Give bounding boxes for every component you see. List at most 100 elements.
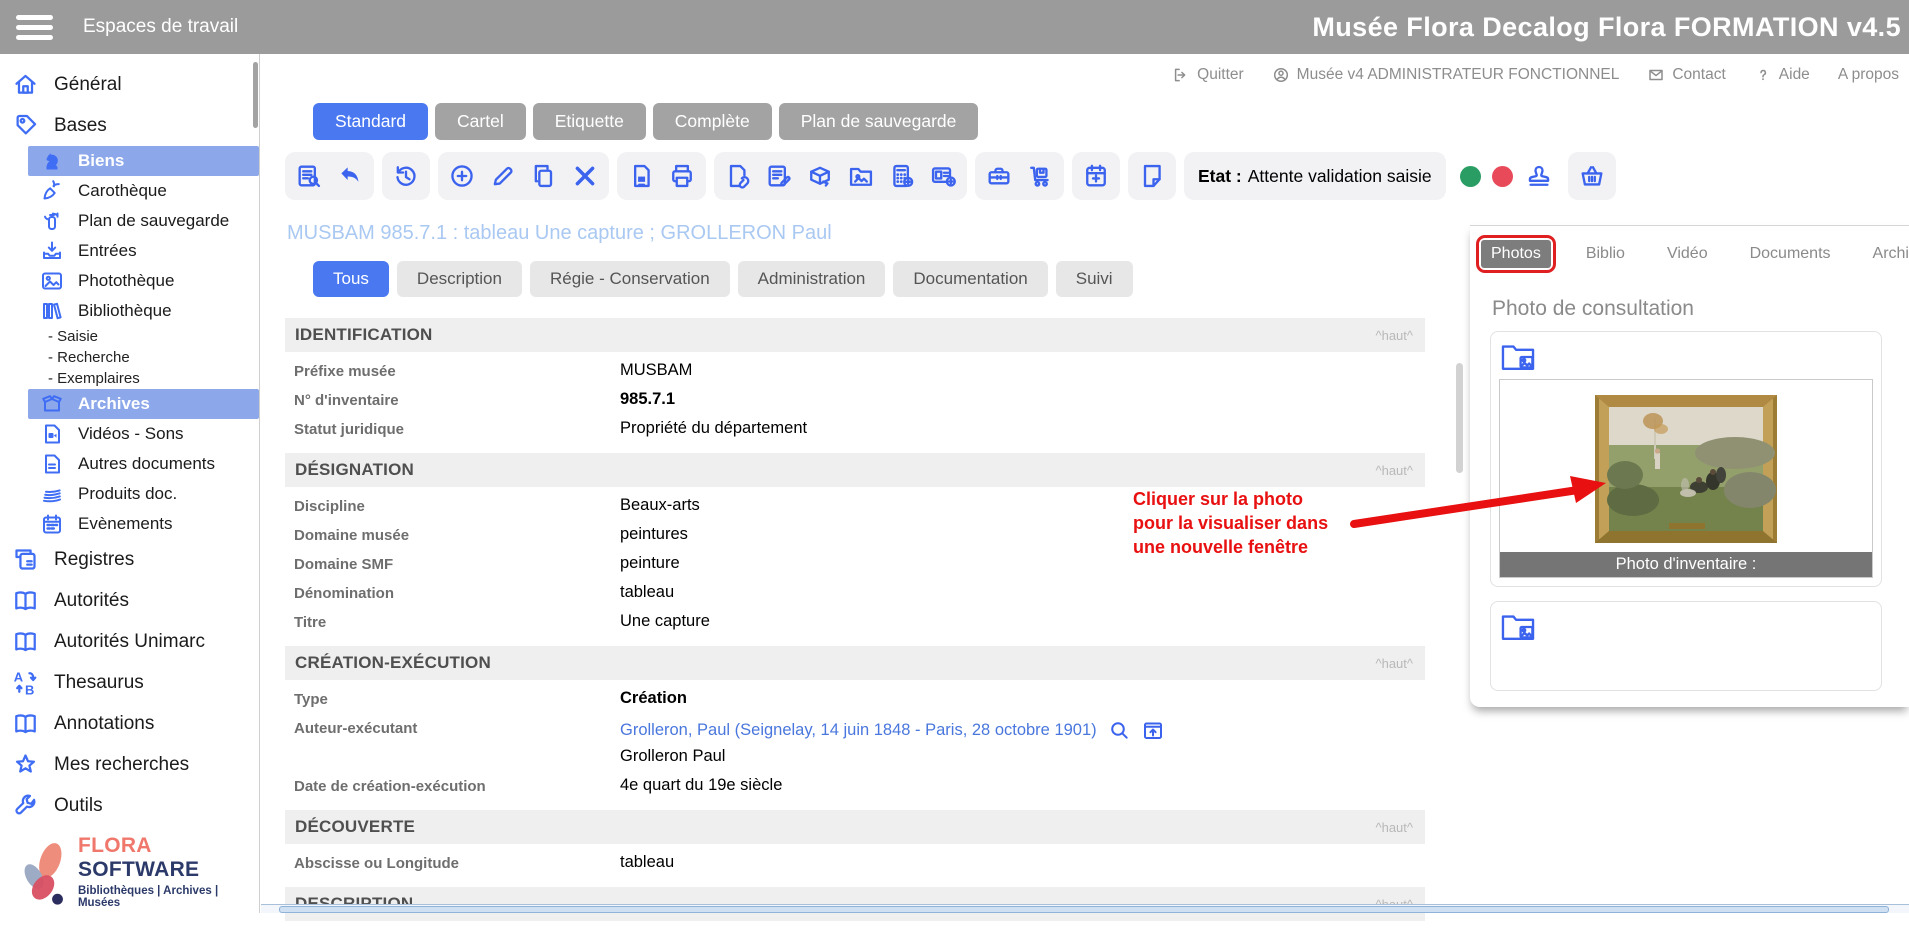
history-button[interactable] [391, 161, 421, 191]
sidebar-item-thesaurus[interactable]: ABThesaurus [0, 662, 259, 703]
sidebar-scrollbar[interactable] [253, 62, 258, 128]
folder-image-button[interactable] [846, 161, 876, 191]
media-panel: PhotosBiblioVidéoDocumentsArchives Photo… [1470, 225, 1909, 707]
status-red-dot[interactable] [1492, 166, 1513, 187]
media-tab-biblio[interactable]: Biblio [1574, 240, 1637, 268]
attach-doc-button[interactable] [723, 161, 753, 191]
media-tab-vidéo[interactable]: Vidéo [1655, 240, 1720, 268]
calendar-add-button[interactable] [1081, 161, 1111, 191]
sidebar-item-autres-documents[interactable]: Autres documents [28, 449, 259, 479]
status-green-dot[interactable] [1460, 166, 1481, 187]
view-tab-cartel[interactable]: Cartel [435, 103, 526, 140]
media-tab-documents[interactable]: Documents [1738, 240, 1843, 268]
sidebar-item-autorites-unimarc[interactable]: Autorités Unimarc [0, 621, 259, 662]
sidebar-item-mes-recherches[interactable]: Mes recherches [0, 744, 259, 785]
basket-button[interactable] [1577, 161, 1607, 191]
record-search-button[interactable] [294, 161, 324, 191]
toolbar-group [382, 152, 430, 200]
author-link[interactable]: Grolleron, Paul (Seignelay, 14 juin 1848… [620, 721, 1097, 740]
sidebar-item-biens[interactable]: Biens [28, 146, 259, 176]
utility-apropos[interactable]: A propos [1838, 66, 1899, 84]
sidebar-item-general[interactable]: Général [0, 64, 259, 105]
back-to-top-link[interactable]: ^haut^ [1375, 463, 1413, 478]
package-button[interactable] [805, 161, 835, 191]
back-to-top-link[interactable]: ^haut^ [1375, 656, 1413, 671]
workspace-label[interactable]: Espaces de travail [83, 16, 238, 38]
sidebar-item-outils[interactable]: Outils [0, 785, 259, 826]
utility-quitter[interactable]: Quitter [1172, 66, 1244, 84]
sidebar-item-evenements[interactable]: Evènements [28, 509, 259, 539]
sidebar-item-label: Produits doc. [78, 484, 177, 504]
sidebar-item-autorites[interactable]: Autorités [0, 580, 259, 621]
media-card-button[interactable] [928, 161, 958, 191]
content-scrollbar-handle[interactable] [1456, 363, 1463, 473]
toolbar-group [617, 152, 706, 200]
back-to-top-link[interactable]: ^haut^ [1375, 328, 1413, 343]
record-tab-description[interactable]: Description [397, 261, 522, 297]
sidebar-item-registres[interactable]: Registres [0, 539, 259, 580]
field-row: Préfixe muséeMUSBAM [285, 359, 1425, 388]
calculator-button[interactable] [887, 161, 917, 191]
record-tab-administration[interactable]: Administration [738, 261, 886, 297]
sidebar-item-saisie[interactable]: - Saisie [48, 326, 259, 347]
sidebar-item-videos-sons[interactable]: Vidéos - Sons [28, 419, 259, 449]
print-button[interactable] [667, 161, 697, 191]
view-tab-plan-de-sauvegarde[interactable]: Plan de sauvegarde [779, 103, 979, 140]
sidebar-item-phototheque[interactable]: Photothèque [28, 266, 259, 296]
view-tab-standard[interactable]: Standard [313, 103, 428, 140]
sidebar-item-recherche[interactable]: - Recherche [48, 347, 259, 368]
sidebar-item-archives[interactable]: Archives [28, 389, 259, 419]
sidebar-item-plan-de-sauvegarde[interactable]: Plan de sauvegarde [28, 206, 259, 236]
back-to-top-link[interactable]: ^haut^ [1375, 820, 1413, 835]
sidebar-item-label: Autres documents [78, 454, 215, 474]
undo-button[interactable] [335, 161, 365, 191]
sidebar-item-produits-doc[interactable]: Produits doc. [28, 479, 259, 509]
view-tab-etiquette[interactable]: Etiquette [533, 103, 646, 140]
sidebar-item-entrees[interactable]: Entrées [28, 236, 259, 266]
sidebar-item-annotations[interactable]: Annotations [0, 703, 259, 744]
record-tab-tous[interactable]: Tous [313, 261, 389, 297]
export-doc-button[interactable] [626, 161, 656, 191]
record-tab-documentation[interactable]: Documentation [893, 261, 1047, 297]
view-tab-complète[interactable]: Complète [653, 103, 772, 140]
open-window-button[interactable] [1141, 718, 1165, 742]
media-tab-photos[interactable]: Photos [1481, 240, 1551, 268]
exit-icon [1172, 66, 1190, 84]
sidebar-item-bibliotheque[interactable]: Bibliothèque [28, 296, 259, 326]
sidebar-item-bases[interactable]: Bases [0, 105, 259, 146]
horizontal-scrollbar[interactable] [261, 904, 1909, 913]
open-photo-folder-button[interactable] [1501, 342, 1535, 372]
media-tab-archives[interactable]: Archives [1861, 240, 1909, 268]
sidebar-item-carotheque[interactable]: Carothèque [28, 176, 259, 206]
record-tab-suivi[interactable]: Suivi [1056, 261, 1133, 297]
record-tab-régie---conservation[interactable]: Régie - Conservation [530, 261, 730, 297]
field-label: Abscisse ou Longitude [294, 851, 620, 872]
sidebar-item-label: - Recherche [48, 349, 130, 366]
duplicate-button[interactable] [529, 161, 559, 191]
stamp-button[interactable] [1524, 161, 1554, 191]
delete-button[interactable] [570, 161, 600, 191]
section-gap [285, 803, 1425, 810]
toolbox-button[interactable] [984, 161, 1014, 191]
hamburger-menu-icon[interactable] [16, 15, 53, 40]
sidebar-item-label: - Exemplaires [48, 370, 140, 387]
edit-button[interactable] [488, 161, 518, 191]
toolbar-group [1072, 152, 1120, 200]
sidebar-item-label: Archives [78, 394, 150, 414]
utility-contact[interactable]: Contact [1647, 66, 1725, 84]
sidebar-item-label: - Saisie [48, 328, 98, 345]
edit-list-button[interactable] [764, 161, 794, 191]
horizontal-scrollbar-handle[interactable] [279, 906, 1889, 913]
open-box-icon [40, 392, 64, 416]
trolley-button[interactable] [1025, 161, 1055, 191]
sidebar-item-label: Mes recherches [54, 754, 189, 776]
painting-thumbnail[interactable] [1595, 395, 1777, 543]
sidebar-item-label: Autorités [54, 590, 129, 612]
sidebar-item-exemplaires[interactable]: - Exemplaires [48, 368, 259, 389]
note-button[interactable] [1137, 161, 1167, 191]
add-button[interactable] [447, 161, 477, 191]
search-button[interactable] [1107, 718, 1131, 742]
utility-aide[interactable]: Aide [1754, 66, 1810, 84]
open-photo-folder-button-2[interactable] [1501, 612, 1535, 642]
utility-user[interactable]: Musée v4 ADMINISTRATEUR FONCTIONNEL [1272, 66, 1620, 84]
